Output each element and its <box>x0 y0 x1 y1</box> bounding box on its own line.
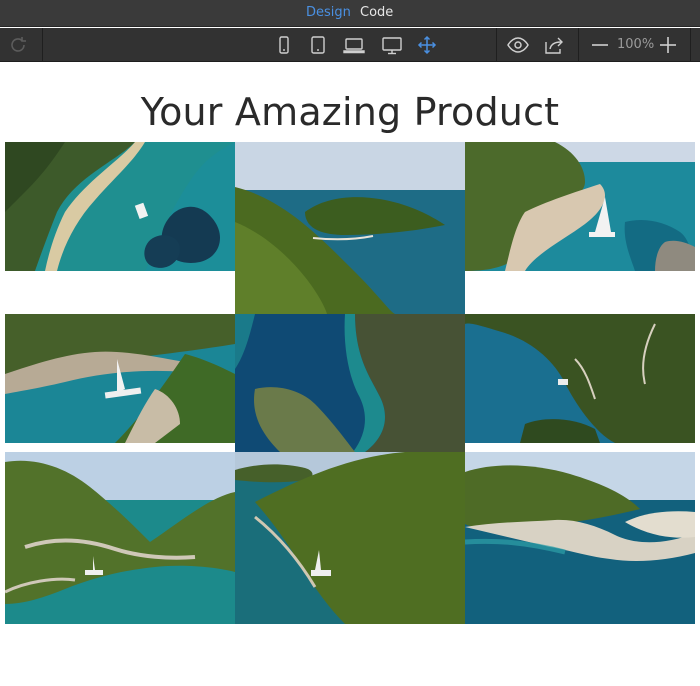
title-bar: Design Code <box>0 0 700 27</box>
gallery-image-4[interactable] <box>5 314 235 443</box>
laptop-icon <box>343 38 365 54</box>
refresh-button[interactable] <box>5 33 31 57</box>
laptop-view-button[interactable] <box>341 33 367 57</box>
toolbar-divider <box>496 28 497 62</box>
preview-button[interactable] <box>505 33 531 57</box>
gallery-image-7[interactable] <box>5 452 235 624</box>
tablet-icon <box>311 36 325 54</box>
toolbar-divider <box>578 28 579 62</box>
gallery-image-2[interactable] <box>235 142 465 314</box>
share-button[interactable] <box>541 33 567 57</box>
gallery-image-6[interactable] <box>465 314 695 443</box>
gallery-image-1[interactable] <box>5 142 235 271</box>
gallery-image-9[interactable] <box>465 452 695 624</box>
zoom-out-button[interactable] <box>587 33 613 57</box>
tab-code[interactable]: Code <box>360 5 393 21</box>
eye-icon <box>507 37 529 53</box>
plus-icon <box>660 37 676 53</box>
move-tool-button[interactable] <box>414 33 440 57</box>
toolbar-divider <box>42 28 43 62</box>
desktop-icon <box>382 37 402 55</box>
refresh-icon <box>11 37 26 52</box>
phone-view-button[interactable] <box>271 33 297 57</box>
tablet-view-button[interactable] <box>305 33 331 57</box>
zoom-level: 100% <box>617 37 655 52</box>
move-icon <box>417 35 437 55</box>
gallery-image-8[interactable] <box>235 452 465 624</box>
share-icon <box>545 37 563 54</box>
zoom-in-button[interactable] <box>655 33 681 57</box>
tab-design[interactable]: Design <box>306 5 351 21</box>
gallery-image-5[interactable] <box>235 314 465 452</box>
phone-icon <box>279 36 289 54</box>
page-title: Your Amazing Product <box>140 90 560 134</box>
design-canvas[interactable]: Your Amazing Product <box>0 62 700 686</box>
minus-icon <box>592 44 608 46</box>
desktop-view-button[interactable] <box>379 33 405 57</box>
toolbar: 100% <box>0 28 700 62</box>
toolbar-divider <box>690 28 691 62</box>
gallery-image-3[interactable] <box>465 142 695 271</box>
